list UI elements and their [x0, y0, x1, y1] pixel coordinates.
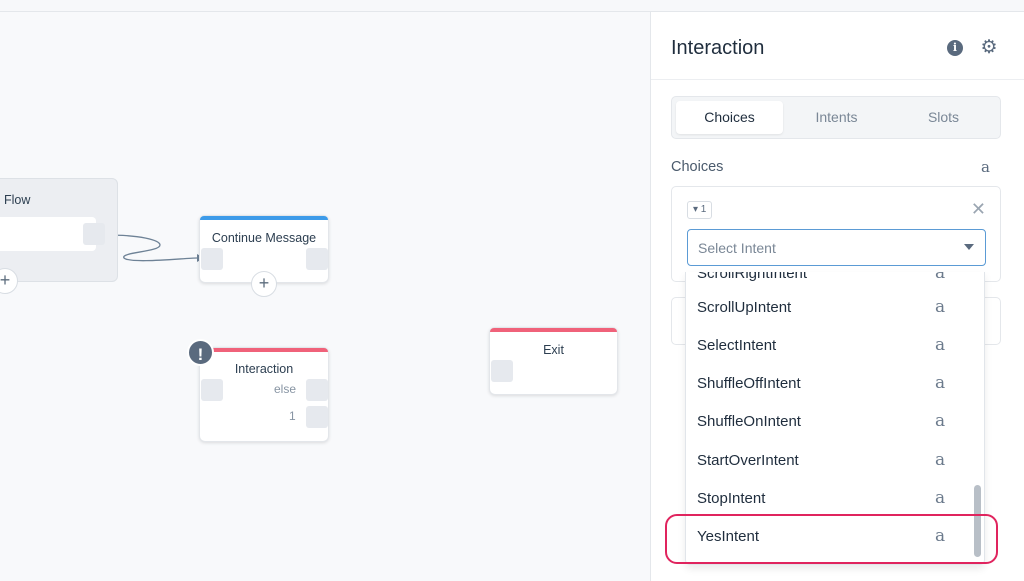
- list-item[interactable]: ScrollUpIntent a: [686, 289, 972, 327]
- highlight-outline: [665, 514, 998, 564]
- list-item[interactable]: ShuffleOnIntent a: [686, 403, 972, 441]
- warning-icon[interactable]: !: [187, 339, 214, 366]
- top-bar: [0, 0, 1024, 12]
- flow-block-title: Flow: [4, 193, 31, 207]
- list-item[interactable]: ShuffleOffIntent a: [686, 365, 972, 403]
- node-color-bar: [490, 328, 617, 332]
- intent-label: ScrollRightIntent: [697, 272, 808, 282]
- amazon-icon: a: [935, 335, 946, 355]
- amazon-icon: a: [935, 411, 946, 431]
- flow-block-output-port[interactable]: [83, 223, 105, 245]
- continue-message-add-button[interactable]: +: [251, 271, 277, 297]
- choice-card: ▾ 1 ✕ Select Intent: [671, 186, 1001, 282]
- intent-label: ShuffleOffIntent: [697, 375, 801, 392]
- input-port[interactable]: [201, 248, 223, 270]
- intent-label: SelectIntent: [697, 337, 777, 354]
- intent-label: ScrollUpIntent: [697, 299, 792, 316]
- info-icon[interactable]: i: [947, 40, 963, 56]
- output-label-else: else: [274, 382, 297, 396]
- flow-block-node[interactable]: Flow: [0, 178, 118, 282]
- amazon-icon: a: [935, 373, 946, 393]
- amazon-icon: a: [935, 450, 946, 470]
- node-color-bar: [200, 216, 328, 220]
- list-item[interactable]: StopIntent a: [686, 480, 972, 518]
- connection-line: [105, 234, 204, 262]
- panel-tabs: Choices Intents Slots: [671, 96, 1001, 139]
- list-item[interactable]: SelectIntent a: [686, 327, 972, 365]
- interaction-node-title: Interaction: [234, 362, 294, 376]
- choice-index-chip[interactable]: ▾ 1: [687, 201, 713, 219]
- input-port[interactable]: [491, 360, 513, 382]
- continue-message-title: Continue Message: [211, 231, 317, 245]
- input-port[interactable]: [201, 379, 223, 401]
- output-port[interactable]: [306, 248, 328, 270]
- output-label-1: 1: [289, 409, 296, 423]
- panel-title: Interaction: [671, 37, 765, 59]
- tab-choices[interactable]: Choices: [676, 101, 783, 134]
- close-icon[interactable]: ✕: [971, 199, 986, 220]
- amazon-icon: a: [935, 297, 946, 317]
- flow-canvas[interactable]: [0, 12, 650, 581]
- interaction-node[interactable]: Interaction else 1: [199, 347, 329, 442]
- list-item[interactable]: StartOverIntent a: [686, 442, 972, 480]
- flow-block-step[interactable]: [0, 217, 96, 251]
- intent-label: ShuffleOnIntent: [697, 413, 801, 430]
- panel-header: Interaction i ⚙: [651, 12, 1024, 80]
- chevron-down-icon: [964, 244, 974, 250]
- select-intent-placeholder: Select Intent: [698, 240, 776, 256]
- intent-label: StartOverIntent: [697, 452, 799, 469]
- tab-slots[interactable]: Slots: [890, 101, 997, 134]
- output-port-1[interactable]: [306, 406, 328, 428]
- gear-icon[interactable]: ⚙: [979, 38, 999, 58]
- choices-section-label: Choices: [671, 159, 724, 175]
- node-color-bar: [200, 348, 328, 352]
- amazon-icon: a: [935, 272, 946, 283]
- amazon-icon: a: [935, 488, 946, 508]
- intent-label: StopIntent: [697, 490, 766, 507]
- exit-node-title: Exit: [543, 343, 564, 357]
- exit-node[interactable]: Exit: [489, 327, 618, 395]
- select-intent-dropdown[interactable]: Select Intent: [687, 229, 986, 266]
- tab-intents[interactable]: Intents: [783, 101, 890, 134]
- output-port-else[interactable]: [306, 379, 328, 401]
- amazon-icon[interactable]: a: [981, 158, 990, 176]
